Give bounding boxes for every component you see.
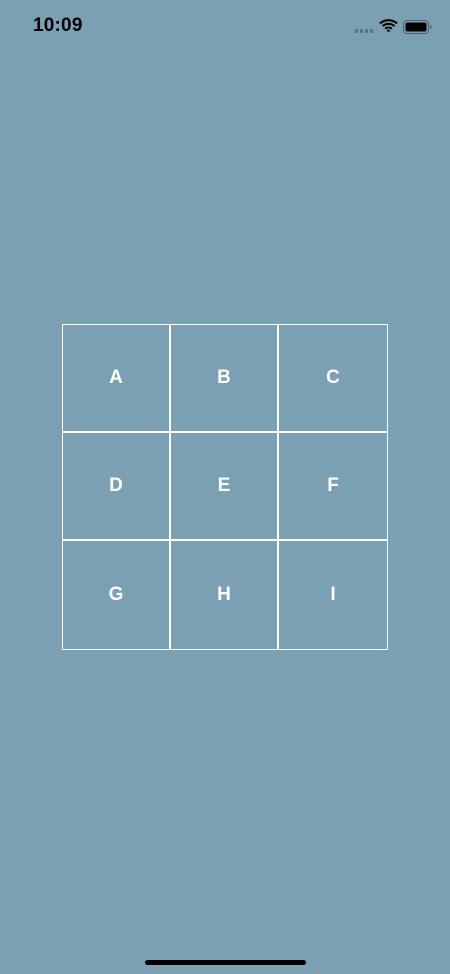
wifi-icon [379,19,398,33]
grid-cell-g[interactable]: G [63,541,171,649]
signal-icon [355,29,375,33]
app-screen: 10:09 A B C D E F G H I [0,0,450,974]
grid-cell-f[interactable]: F [279,433,387,541]
grid-cell-b[interactable]: B [171,325,279,433]
home-indicator[interactable] [145,960,306,965]
grid-cell-i[interactable]: I [279,541,387,649]
grid-cell-c[interactable]: C [279,325,387,433]
grid-cell-d[interactable]: D [63,433,171,541]
battery-icon [403,20,432,34]
status-bar: 10:09 [0,0,450,54]
grid-cell-h[interactable]: H [171,541,279,649]
letter-grid: A B C D E F G H I [62,324,388,650]
grid-cell-e[interactable]: E [171,433,279,541]
grid-cell-a[interactable]: A [63,325,171,433]
status-time: 10:09 [33,15,83,36]
